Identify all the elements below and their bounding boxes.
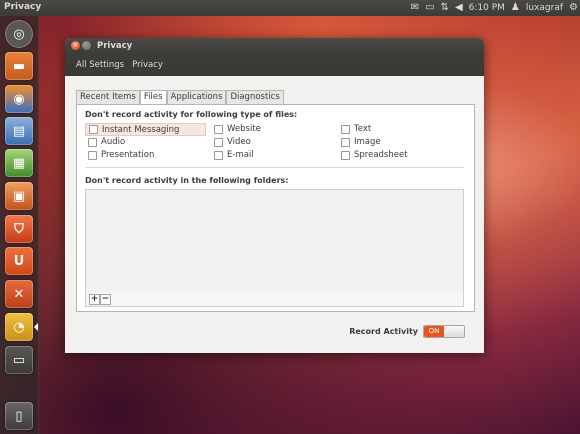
checkbox-spreadsheet[interactable]: Spreadsheet <box>341 150 408 160</box>
battery-icon[interactable]: ▭ <box>425 0 434 16</box>
tab-diagnostics[interactable]: Diagnostics <box>226 90 284 104</box>
checkbox-instant-messaging[interactable]: Instant Messaging <box>85 123 206 136</box>
checkbox-box[interactable] <box>341 137 350 147</box>
window-titlebar[interactable]: × Privacy <box>65 38 484 54</box>
checkbox-video[interactable]: Video <box>214 137 251 147</box>
clock[interactable]: 6:10 PM <box>469 3 505 13</box>
volume-icon[interactable]: ◀ <box>455 0 463 16</box>
record-activity-toggle[interactable]: ON <box>423 325 465 338</box>
checkbox-audio[interactable]: Audio <box>88 137 125 147</box>
checkbox-box[interactable] <box>341 124 350 134</box>
trash-icon[interactable]: ▯ <box>5 402 33 430</box>
close-icon[interactable]: × <box>71 41 80 50</box>
remove-folder-button[interactable]: − <box>100 294 111 305</box>
active-app-title: Privacy <box>4 2 42 12</box>
gear-icon[interactable]: ⚙ <box>569 0 578 16</box>
checkbox-label: Website <box>227 124 261 134</box>
tab-applications[interactable]: Applications <box>166 90 227 104</box>
window-title: Privacy <box>97 41 133 51</box>
tab-files[interactable]: Files <box>139 90 167 105</box>
checkbox-email[interactable]: E-mail <box>214 150 254 160</box>
checkbox-label: Text <box>354 124 372 134</box>
software-center-icon[interactable]: ⛉ <box>5 215 33 243</box>
ubuntu-one-icon[interactable]: U <box>5 247 33 275</box>
indicator-tray: ✉ ▭ ⇅ ◀ 6:10 PM ♟ luxagraf ⚙ <box>411 0 578 16</box>
excluded-folders-list[interactable] <box>85 189 464 293</box>
impress-icon[interactable]: ▣ <box>5 182 33 210</box>
firefox-icon[interactable]: ◉ <box>5 85 33 113</box>
files-panel: Don't record activity for following type… <box>76 104 475 312</box>
calc-icon[interactable]: ▦ <box>5 149 33 177</box>
workspace-switcher-icon[interactable]: ▭ <box>5 346 33 374</box>
writer-icon[interactable]: ▤ <box>5 117 33 145</box>
system-settings-icon[interactable]: ✕ <box>5 280 33 308</box>
toggle-on-label: ON <box>424 326 444 337</box>
user-name[interactable]: luxagraf <box>526 3 563 13</box>
checkbox-label: E-mail <box>227 150 254 160</box>
network-icon[interactable]: ⇅ <box>441 0 449 16</box>
minimize-icon[interactable] <box>82 41 91 50</box>
checkbox-box[interactable] <box>214 137 223 147</box>
breadcrumb-all-settings[interactable]: All Settings <box>75 58 125 72</box>
record-activity-label: Record Activity <box>349 327 418 336</box>
checkbox-box[interactable] <box>214 150 223 160</box>
breadcrumb: All Settings Privacy <box>65 54 484 76</box>
launcher: ◎ ▬ ◉ ▤ ▦ ▣ ⛉ U ✕ ◔ ▭ ▯ <box>0 16 39 434</box>
toggle-knob[interactable] <box>444 326 464 337</box>
folders-heading: Don't record activity in the following f… <box>85 176 289 185</box>
checkbox-box[interactable] <box>214 124 223 134</box>
breadcrumb-privacy[interactable]: Privacy <box>131 58 164 72</box>
checkbox-box[interactable] <box>89 125 98 134</box>
checkbox-box[interactable] <box>341 150 350 160</box>
checkbox-website[interactable]: Website <box>214 124 261 134</box>
user-icon: ♟ <box>510 2 520 13</box>
checkbox-image[interactable]: Image <box>341 137 381 147</box>
checkbox-label: Video <box>227 137 251 147</box>
checkbox-label: Audio <box>101 137 126 147</box>
dash-home-icon[interactable]: ◎ <box>5 20 33 48</box>
tab-bar: Recent Items Files Applications Diagnost… <box>76 90 284 105</box>
top-panel: Privacy ✉ ▭ ⇅ ◀ 6:10 PM ♟ luxagraf ⚙ <box>0 0 580 16</box>
files-icon[interactable]: ▬ <box>5 52 33 80</box>
checkbox-label: Instant Messaging <box>102 124 180 135</box>
privacy-window: × Privacy All Settings Privacy Recent It… <box>65 38 484 353</box>
mail-icon[interactable]: ✉ <box>411 0 419 16</box>
checkbox-box[interactable] <box>88 150 97 160</box>
checkbox-box[interactable] <box>88 137 97 147</box>
checkbox-label: Image <box>354 137 381 147</box>
divider <box>85 167 464 168</box>
checkbox-label: Presentation <box>101 150 155 160</box>
checkbox-presentation[interactable]: Presentation <box>88 150 154 160</box>
checkbox-label: Spreadsheet <box>354 150 408 160</box>
record-activity-row: Record Activity ON <box>349 325 465 338</box>
checkbox-text[interactable]: Text <box>341 124 371 134</box>
folder-list-toolbar: + − <box>85 292 464 307</box>
file-types-heading: Don't record activity for following type… <box>85 110 298 119</box>
add-folder-button[interactable]: + <box>89 294 100 305</box>
tab-recent-items[interactable]: Recent Items <box>76 90 140 104</box>
privacy-app-icon[interactable]: ◔ <box>5 313 33 341</box>
